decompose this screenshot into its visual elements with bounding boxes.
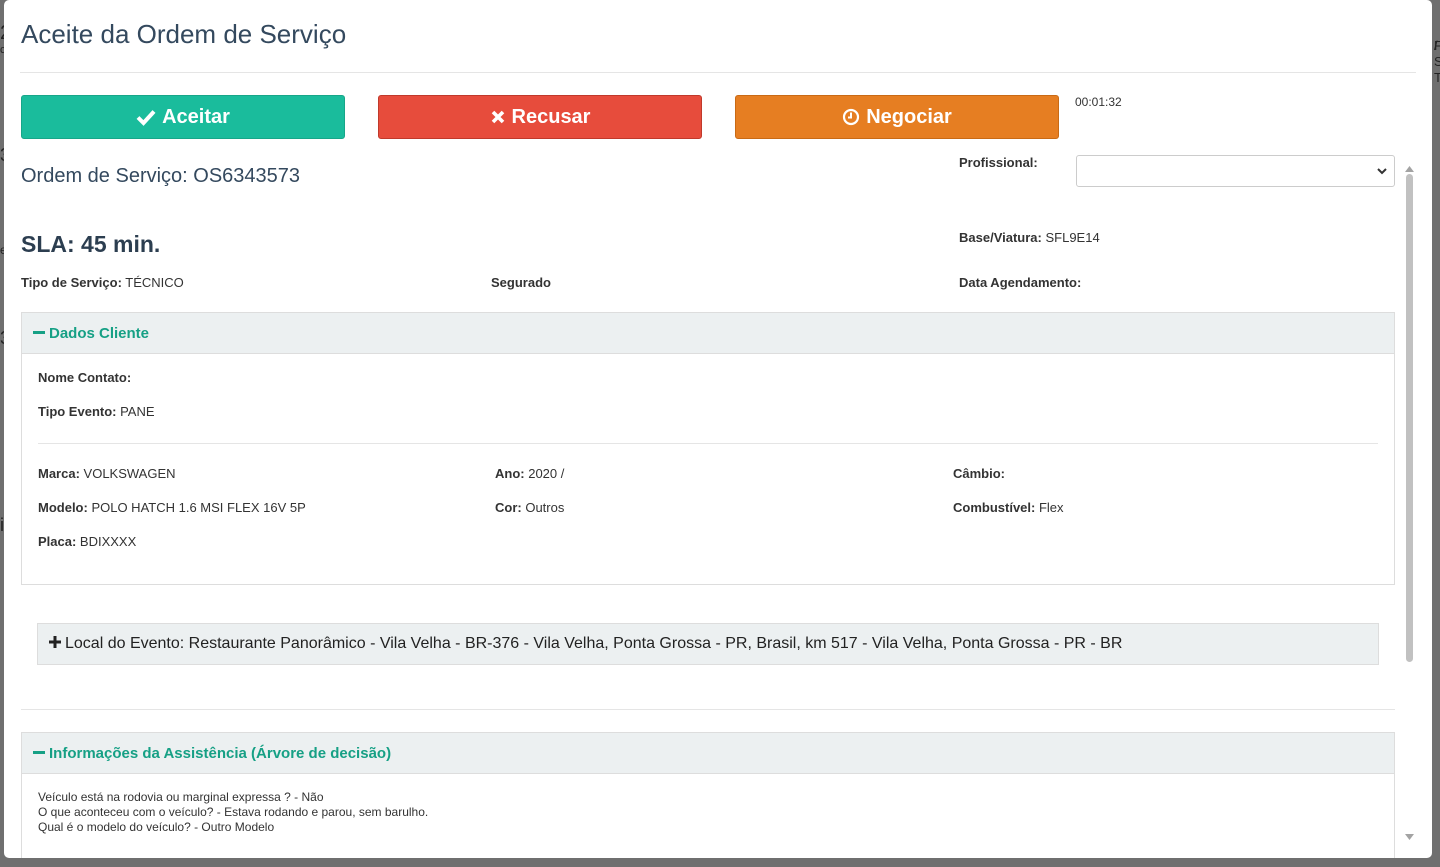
cor-field: Cor: Outros — [495, 500, 564, 515]
profissional-select[interactable] — [1076, 155, 1395, 187]
modal-header: Aceite da Ordem de Serviço — [20, 0, 1416, 73]
assistencia-title: Informações da Assistência (Árvore de de… — [49, 744, 392, 762]
vertical-scrollbar[interactable] — [1402, 156, 1416, 840]
accept-order-modal: Aceite da Ordem de Serviço Aceitar Recus… — [4, 0, 1432, 858]
base-viatura-field: Base/Viatura: SFL9E14 — [959, 230, 1100, 245]
tipo-servico-value: TÉCNICO — [121, 275, 184, 290]
check-icon — [136, 108, 156, 126]
segurado-label: Segurado — [491, 275, 551, 290]
answer-line: Veículo está na rodovia ou marginal expr… — [38, 790, 324, 804]
minus-icon — [33, 745, 45, 762]
order-number: Ordem de Serviço: OS6343573 — [21, 165, 301, 187]
segurado-field: Segurado — [491, 275, 551, 290]
marca-label: Marca: — [38, 466, 80, 481]
base-viatura-value: SFL9E14 — [1041, 230, 1100, 245]
assistencia-header[interactable]: Informações da Assistência (Árvore de de… — [22, 733, 1394, 774]
answer-line: Qual é o modelo do veículo? - Outro Mode… — [38, 820, 275, 834]
data-agendamento-field: Data Agendamento: — [959, 275, 1081, 290]
combustivel-value: Flex — [1035, 500, 1064, 515]
tipo-servico-field: Tipo de Serviço: TÉCNICO — [21, 275, 184, 290]
scroll-down-icon[interactable] — [1405, 827, 1414, 845]
countdown-timer: 00:01:32 — [1075, 95, 1122, 109]
marca-value: VOLKSWAGEN — [79, 466, 176, 481]
tipo-evento-value: PANE — [116, 404, 155, 419]
modelo-value: POLO HATCH 1.6 MSI FLEX 16V 5P — [87, 500, 306, 515]
scrollbar-thumb[interactable] — [1406, 174, 1413, 662]
cambio-field: Câmbio: — [953, 466, 1005, 481]
sla-value: SLA: 45 min. — [21, 231, 161, 257]
ano-label: Ano: — [495, 466, 525, 481]
cor-label: Cor: — [495, 500, 522, 515]
negotiate-button-label: Negociar — [866, 105, 952, 128]
modelo-label: Modelo: — [38, 500, 88, 515]
marca-field: Marca: VOLKSWAGEN — [38, 466, 176, 481]
background-text: F — [1434, 38, 1440, 53]
tipo-servico-label: Tipo de Serviço: — [21, 275, 122, 290]
profissional-label: Profissional: — [959, 155, 1038, 170]
chevron-down-icon — [1376, 164, 1388, 182]
refuse-button[interactable]: Recusar — [378, 95, 702, 139]
nome-contato-field: Nome Contato: — [38, 370, 131, 385]
combustivel-field: Combustível: Flex — [953, 500, 1064, 515]
nome-contato-label: Nome Contato: — [38, 370, 132, 385]
modal-scroll-area[interactable]: Ordem de Serviço: OS6343573 SLA: 45 min.… — [4, 150, 1432, 858]
modelo-field: Modelo: POLO HATCH 1.6 MSI FLEX 16V 5P — [38, 500, 306, 515]
combustivel-label: Combustível: — [953, 500, 1036, 515]
accept-button[interactable]: Aceitar — [21, 95, 345, 139]
data-agendamento-label: Data Agendamento: — [959, 275, 1082, 290]
times-icon — [490, 109, 506, 125]
base-viatura-label: Base/Viatura: — [959, 230, 1042, 245]
placa-value: BDIXXXX — [76, 534, 137, 549]
minus-icon — [33, 325, 45, 342]
dados-cliente-title: Dados Cliente — [49, 324, 150, 342]
placa-label: Placa: — [38, 534, 77, 549]
divider — [38, 443, 1378, 444]
refuse-button-label: Recusar — [511, 105, 591, 128]
ano-field: Ano: 2020 / — [495, 466, 564, 481]
cor-value: Outros — [521, 500, 565, 515]
modal-title: Aceite da Ordem de Serviço — [21, 19, 347, 49]
assistencia-panel: Informações da Assistência (Árvore de de… — [21, 732, 1395, 858]
dados-cliente-header[interactable]: Dados Cliente — [22, 313, 1394, 354]
ano-value: 2020 / — [524, 466, 565, 481]
accept-button-label: Aceitar — [162, 105, 230, 128]
plus-icon — [49, 635, 61, 653]
divider — [21, 709, 1395, 710]
placa-field: Placa: BDIXXXX — [38, 534, 136, 549]
negotiate-button[interactable]: Negociar — [735, 95, 1059, 139]
tipo-evento-label: Tipo Evento: — [38, 404, 117, 419]
local-evento-text: Local do Evento: Restaurante Panorâmico … — [65, 635, 1123, 652]
answer-line: O que aconteceu com o veículo? - Estava … — [38, 805, 429, 819]
local-evento-toggle[interactable]: Local do Evento: Restaurante Panorâmico … — [37, 623, 1379, 665]
tipo-evento-field: Tipo Evento: PANE — [38, 404, 155, 419]
dados-cliente-panel: Dados Cliente Nome Contato: Tipo Evento:… — [21, 312, 1395, 585]
clock-icon — [842, 108, 860, 126]
decision-tree-answers: Veículo está na rodovia ou marginal expr… — [38, 790, 428, 835]
background-text: S — [1434, 54, 1440, 69]
background-text: T — [1434, 70, 1440, 85]
cambio-label: Câmbio: — [953, 466, 1005, 481]
profissional-field: Profissional: — [959, 155, 1038, 170]
